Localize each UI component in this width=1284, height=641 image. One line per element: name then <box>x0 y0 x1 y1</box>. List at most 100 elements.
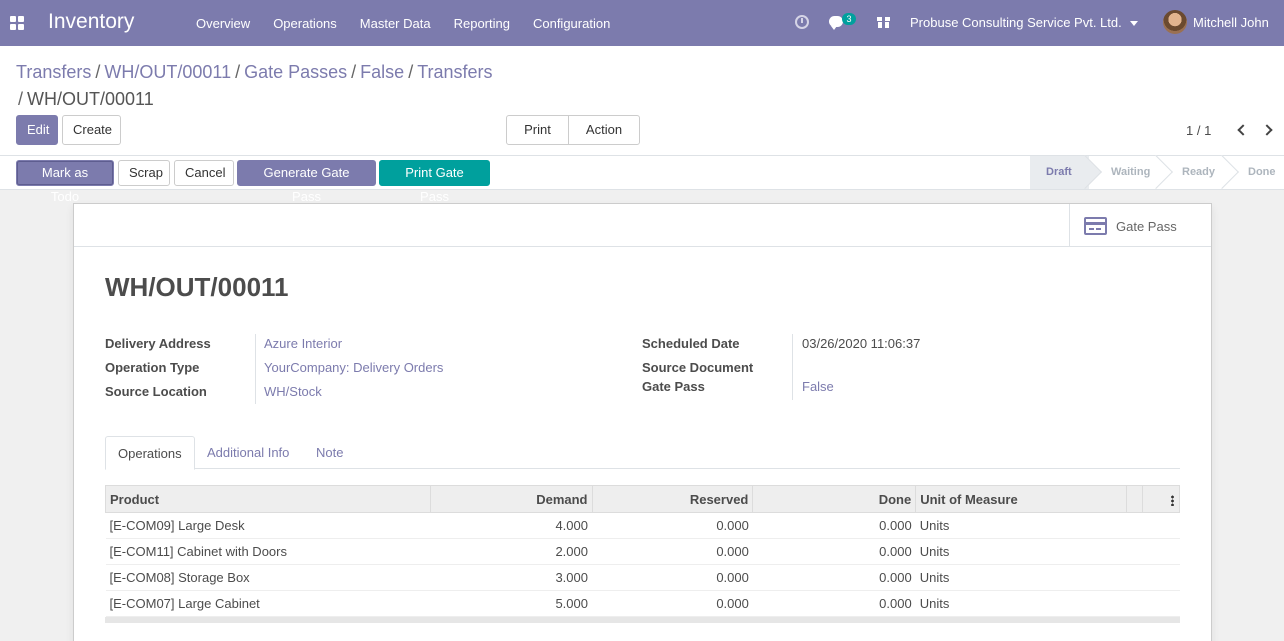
product-cell: [E-COM07] Large Cabinet <box>105 590 431 617</box>
gate-pass-value[interactable]: False <box>802 379 834 394</box>
menu-overview[interactable]: Overview <box>196 16 250 31</box>
breadcrumb-wh-out[interactable]: WH/OUT/00011 <box>104 62 231 82</box>
table-footer <box>105 617 1180 623</box>
pager-value[interactable]: 1 / 1 <box>1186 123 1211 138</box>
menu-configuration[interactable]: Configuration <box>533 16 610 31</box>
print-gate-pass-button[interactable]: Print Gate Pass <box>379 160 490 204</box>
demand-cell: 4.000 <box>430 512 592 539</box>
smart-button-box: Gate Pass <box>74 204 1211 247</box>
scrap-button[interactable]: Scrap <box>118 160 170 186</box>
app-name[interactable]: Inventory <box>48 10 134 34</box>
gate-pass-label: Gate Pass <box>1116 219 1177 234</box>
spacer-cell <box>1142 564 1180 591</box>
print-dropdown[interactable]: Print <box>506 115 569 160</box>
optional-columns-toggle[interactable] <box>1141 485 1181 513</box>
pager-previous-button[interactable] <box>1236 123 1249 137</box>
stage-draft[interactable]: Draft <box>1030 156 1089 189</box>
done-cell: 0.000 <box>752 564 916 591</box>
activity-clock-icon[interactable] <box>795 15 809 29</box>
menu-master-data[interactable]: Master Data <box>360 16 431 31</box>
col-spacer <box>1126 485 1143 513</box>
col-reserved[interactable]: Reserved <box>591 485 754 513</box>
company-name: Probuse Consulting Service Pvt. Ltd. <box>910 15 1122 30</box>
chevron-left-icon <box>1237 124 1249 136</box>
generate-gate-pass-button[interactable]: Generate Gate Pass <box>237 160 376 204</box>
chat-count-badge: 3 <box>842 13 856 25</box>
menu-operations[interactable]: Operations <box>273 16 337 31</box>
delivery-address-label: Delivery Address <box>105 336 211 351</box>
print-label: Print <box>524 122 551 137</box>
uom-cell: Units <box>915 564 1127 591</box>
field-divider <box>255 334 256 404</box>
source-location-value[interactable]: WH/Stock <box>264 384 322 399</box>
spacer-cell <box>1142 538 1180 565</box>
product-cell: [E-COM08] Storage Box <box>105 564 431 591</box>
form-sheet: Gate Pass WH/OUT/00011 Delivery Address … <box>73 203 1212 641</box>
cancel-button[interactable]: Cancel <box>174 160 234 186</box>
spacer-cell <box>1126 538 1143 565</box>
field-divider <box>792 334 793 400</box>
demand-cell: 2.000 <box>430 538 592 565</box>
breadcrumb-transfers-2[interactable]: Transfers <box>417 62 492 82</box>
delivery-address-value[interactable]: Azure Interior <box>264 336 342 351</box>
kebab-menu-icon <box>1171 494 1174 506</box>
source-location-label: Source Location <box>105 384 207 399</box>
breadcrumb-transfers[interactable]: Transfers <box>16 62 91 82</box>
mark-as-todo-button[interactable]: Mark as Todo <box>16 160 114 204</box>
notebook-tabs: Operations Additional Info Note <box>105 436 1180 470</box>
breadcrumb-current: WH/OUT/00011 <box>27 89 154 109</box>
product-cell: [E-COM11] Cabinet with Doors <box>105 538 431 565</box>
chat-icon[interactable] <box>829 16 843 30</box>
demand-cell: 5.000 <box>430 590 592 617</box>
reserved-cell: 0.000 <box>592 512 753 539</box>
reserved-cell: 0.000 <box>592 564 753 591</box>
done-cell: 0.000 <box>752 538 916 565</box>
scheduled-date-value: 03/26/2020 11:06:37 <box>802 336 921 351</box>
table-row[interactable]: [E-COM08] Storage Box 3.000 0.000 0.000 Unit… <box>105 564 1180 591</box>
tab-note[interactable]: Note <box>304 436 355 469</box>
spacer-cell <box>1142 590 1180 617</box>
breadcrumb-false[interactable]: False <box>360 62 404 82</box>
tab-additional-info[interactable]: Additional Info <box>195 436 301 469</box>
done-cell: 0.000 <box>752 512 916 539</box>
col-product[interactable]: Product <box>105 485 431 513</box>
operations-table: Product Demand Reserved Done Unit of Mea… <box>105 485 1181 617</box>
table-header-row: Product Demand Reserved Done Unit of Mea… <box>105 485 1181 513</box>
scheduled-date-label: Scheduled Date <box>642 336 740 351</box>
status-bar: Mark as Todo Scrap Cancel Generate Gate … <box>0 156 1284 204</box>
spacer-cell <box>1126 512 1143 539</box>
menu-reporting[interactable]: Reporting <box>454 16 510 31</box>
action-label: Action <box>585 122 623 137</box>
caret-down-icon <box>1129 21 1138 27</box>
col-unit-of-measure[interactable]: Unit of Measure <box>915 485 1127 513</box>
table-row[interactable]: [E-COM11] Cabinet with Doors 2.000 0.000 0.… <box>105 538 1180 565</box>
create-button[interactable]: Create <box>62 115 121 145</box>
reserved-cell: 0.000 <box>592 590 753 617</box>
spacer-cell <box>1142 512 1180 539</box>
reserved-cell: 0.000 <box>592 538 753 565</box>
credit-card-icon <box>1084 217 1107 235</box>
user-name[interactable]: Mitchell John <box>1193 15 1269 30</box>
col-demand[interactable]: Demand <box>429 485 593 513</box>
table-row[interactable]: [E-COM07] Large Cabinet 5.000 0.000 0.000 Un… <box>105 590 1180 617</box>
spacer-cell <box>1126 590 1143 617</box>
col-done[interactable]: Done <box>752 485 917 513</box>
edit-button[interactable]: Edit <box>16 115 58 145</box>
breadcrumb-gate-passes[interactable]: Gate Passes <box>244 62 347 82</box>
top-navbar: Inventory Overview Operations Master Dat… <box>0 0 1284 46</box>
gift-icon[interactable] <box>877 15 890 28</box>
chevron-right-icon <box>1261 124 1273 136</box>
uom-cell: Units <box>915 538 1127 565</box>
gate-pass-smart-button[interactable]: Gate Pass <box>1069 204 1211 247</box>
spacer-cell <box>1126 564 1143 591</box>
main-menu: Overview Operations Master Data Reportin… <box>196 0 633 46</box>
company-switcher[interactable]: Probuse Consulting Service Pvt. Ltd. <box>910 15 1138 30</box>
apps-menu-icon[interactable] <box>10 16 24 30</box>
tab-operations[interactable]: Operations <box>105 436 195 470</box>
table-row[interactable]: [E-COM09] Large Desk 4.000 0.000 0.000 Units <box>105 512 1180 539</box>
action-dropdown[interactable]: Action <box>568 115 640 160</box>
operation-type-value[interactable]: YourCompany: Delivery Orders <box>264 360 443 375</box>
user-avatar[interactable] <box>1163 10 1187 34</box>
uom-cell: Units <box>915 512 1127 539</box>
pager-next-button[interactable] <box>1261 123 1273 137</box>
